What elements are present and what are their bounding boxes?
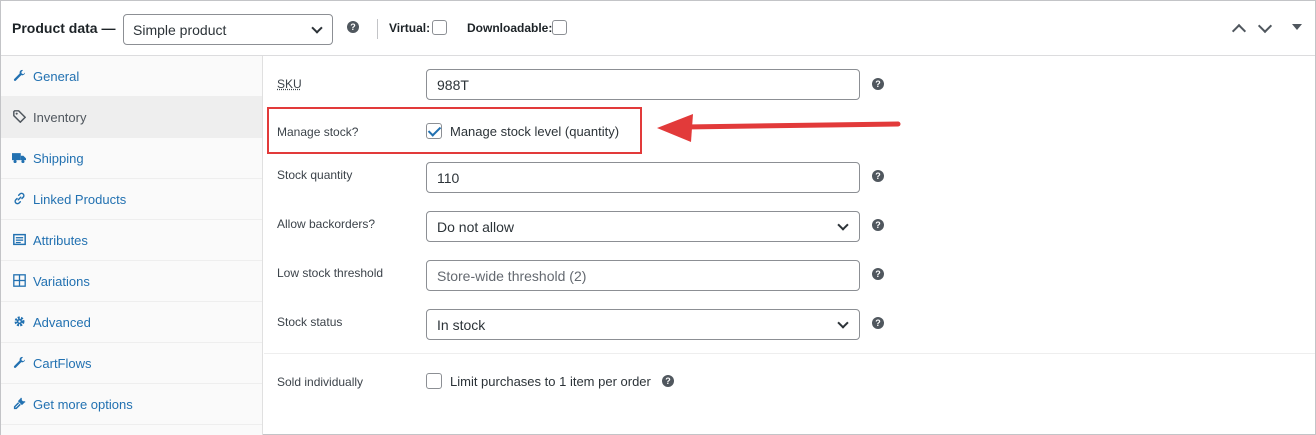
- downloadable-label: Downloadable:: [467, 21, 553, 35]
- move-up-icon[interactable]: [1231, 23, 1247, 39]
- tab-inventory[interactable]: Inventory: [1, 97, 262, 138]
- tab-attributes[interactable]: Attributes: [1, 220, 262, 261]
- chevron-down-icon: [837, 317, 849, 329]
- tab-label: General: [33, 69, 80, 84]
- highlight-box: [267, 107, 642, 154]
- panel-title: Product data —: [12, 20, 116, 36]
- stock-quantity-input[interactable]: 110: [426, 162, 860, 193]
- low-stock-placeholder: Store-wide threshold (2): [437, 268, 587, 284]
- virtual-label: Virtual:: [389, 21, 431, 35]
- sold-individually-label: Sold individually: [277, 375, 364, 389]
- help-icon[interactable]: ?: [872, 268, 884, 280]
- product-type-select[interactable]: Simple product: [123, 14, 333, 45]
- tab-shipping[interactable]: Shipping: [1, 138, 262, 179]
- tab-label: Advanced: [33, 315, 91, 330]
- sold-individually-checkbox-label: Limit purchases to 1 item per order: [450, 374, 651, 389]
- section-divider: [264, 353, 1315, 354]
- product-data-tabs: General Inventory Shipping Linked Produc…: [1, 56, 263, 435]
- stock-status-select[interactable]: In stock: [426, 309, 860, 340]
- pointer-arrow-icon: [657, 114, 901, 142]
- stock-quantity-value: 110: [437, 170, 460, 186]
- collapse-icon[interactable]: [1292, 24, 1302, 30]
- grid-icon: [12, 274, 26, 288]
- truck-icon: [12, 151, 26, 165]
- sku-input[interactable]: 988T: [426, 69, 860, 100]
- stock-status-label: Stock status: [277, 315, 343, 329]
- virtual-checkbox[interactable]: [432, 20, 447, 35]
- low-stock-label: Low stock threshold: [277, 266, 384, 280]
- tab-advanced[interactable]: Advanced: [1, 302, 262, 343]
- sku-label: SKU: [277, 77, 302, 91]
- plug-icon: [12, 397, 26, 411]
- downloadable-checkbox[interactable]: [552, 20, 567, 35]
- product-data-header: Product data — Simple product ? Virtual:…: [1, 1, 1315, 56]
- tab-label: Shipping: [33, 151, 84, 166]
- tab-label: Get more options: [33, 397, 133, 412]
- tag-icon: [12, 110, 26, 124]
- tab-label: Linked Products: [33, 192, 127, 207]
- link-icon: [12, 192, 26, 206]
- sku-value: 988T: [437, 77, 469, 93]
- sold-individually-checkbox[interactable]: [426, 373, 442, 389]
- help-icon[interactable]: ?: [872, 170, 884, 182]
- tab-linked-products[interactable]: Linked Products: [1, 179, 262, 220]
- tab-cartflows[interactable]: CartFlows: [1, 343, 262, 384]
- tab-label: Variations: [33, 274, 90, 289]
- product-data-panel: Product data — Simple product ? Virtual:…: [0, 0, 1316, 435]
- chevron-down-icon: [837, 219, 849, 231]
- tab-variations[interactable]: Variations: [1, 261, 262, 302]
- tab-label: Inventory: [33, 110, 87, 125]
- stock-quantity-label: Stock quantity: [277, 168, 353, 182]
- backorders-select[interactable]: Do not allow: [426, 211, 860, 242]
- backorders-label: Allow backorders?: [277, 217, 376, 231]
- help-icon[interactable]: ?: [872, 78, 884, 90]
- help-icon[interactable]: ?: [872, 219, 884, 231]
- tab-general[interactable]: General: [1, 56, 262, 97]
- chevron-down-icon: [311, 22, 323, 34]
- help-icon[interactable]: ?: [347, 21, 359, 33]
- help-icon[interactable]: ?: [662, 375, 674, 387]
- backorders-value: Do not allow: [437, 219, 515, 235]
- help-icon[interactable]: ?: [872, 317, 884, 329]
- wrench-icon: [12, 356, 26, 370]
- tab-get-more-options[interactable]: Get more options: [1, 384, 262, 425]
- wrench-icon: [12, 69, 26, 83]
- stock-status-value: In stock: [437, 317, 486, 333]
- move-down-icon[interactable]: [1257, 18, 1273, 34]
- tab-label: CartFlows: [33, 356, 92, 371]
- tab-label: Attributes: [33, 233, 88, 248]
- low-stock-input[interactable]: Store-wide threshold (2): [426, 260, 860, 291]
- gear-icon: [12, 315, 26, 329]
- list-icon: [12, 233, 26, 247]
- header-divider: [377, 19, 378, 39]
- product-type-value: Simple product: [133, 22, 227, 38]
